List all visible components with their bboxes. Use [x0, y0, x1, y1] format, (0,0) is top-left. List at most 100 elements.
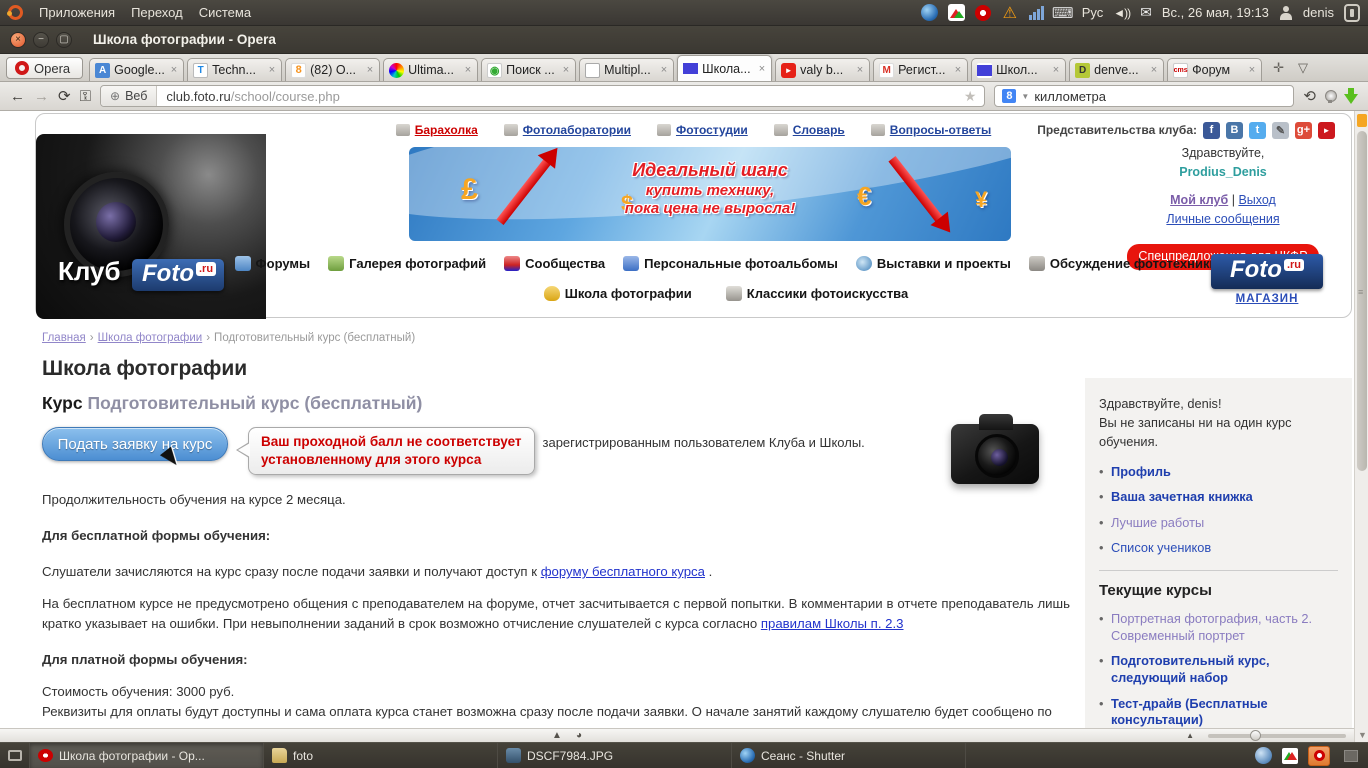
tab-list-dropdown-icon[interactable]: ▽	[1298, 60, 1308, 76]
key-icon[interactable]: ⚿	[80, 88, 91, 105]
tab-odnoklassniki[interactable]: 8(82) O...×	[285, 58, 380, 81]
zoom-slider[interactable]	[1208, 734, 1346, 738]
show-desktop-button[interactable]	[0, 743, 30, 768]
course-link[interactable]: Тест-драйв (Бесплатные консультации)	[1111, 696, 1268, 728]
tab-ultima[interactable]: Ultima...×	[383, 58, 478, 81]
chart-taskbar-icon[interactable]	[1282, 748, 1298, 764]
course-link[interactable]: Подготовительный курс, следующий набор	[1111, 653, 1270, 685]
tab-multipl[interactable]: Multipl...×	[579, 58, 674, 81]
status-icon[interactable]: ◕	[576, 730, 582, 741]
gradebook-link[interactable]: Ваша зачетная книжка	[1111, 489, 1253, 504]
zoom-up-icon[interactable]: ▲	[1186, 731, 1194, 740]
twitter-icon[interactable]: t	[1249, 122, 1266, 139]
zoom-slider-knob[interactable]	[1250, 730, 1261, 741]
ubuntu-logo-icon[interactable]	[8, 5, 23, 20]
userbox-username-link[interactable]: Prodius_Denis	[1107, 163, 1339, 182]
tab-close-icon[interactable]: ×	[856, 64, 864, 76]
network-signal-icon[interactable]	[1029, 6, 1044, 20]
breadcrumb-home[interactable]: Главная	[42, 332, 86, 344]
url-text[interactable]: club.foto.ru/school/course.php	[157, 89, 339, 104]
profile-link[interactable]: Профиль	[1111, 464, 1171, 479]
user-menu-label[interactable]: denis	[1303, 5, 1334, 20]
opera-menu-button[interactable]: Opera	[6, 57, 83, 79]
bookmark-star-icon[interactable]: ★	[964, 88, 985, 105]
best-works-link[interactable]: Лучшие работы	[1111, 515, 1204, 530]
tab-close-icon[interactable]: ×	[268, 64, 276, 76]
mail-indicator-icon[interactable]: ✉	[1140, 4, 1152, 21]
back-button[interactable]: ←	[10, 88, 25, 105]
ad-banner[interactable]: £ $ € ¥ Идеальный шанс купить технику, п…	[409, 147, 1011, 241]
nav-exhibitions[interactable]: Выставки и проекты	[856, 256, 1011, 271]
search-query[interactable]: киллометра	[1034, 89, 1106, 104]
workspace-switcher-icon[interactable]	[1344, 750, 1358, 762]
tab-close-icon[interactable]: ×	[1150, 64, 1158, 76]
tab-search[interactable]: ◉Поиск ...×	[481, 58, 576, 81]
task-folder-window[interactable]: foto	[264, 743, 498, 768]
tab-gmail[interactable]: MРегист...×	[873, 58, 968, 81]
scrollbar-down-icon[interactable]: ▼	[1358, 730, 1367, 740]
tab-close-icon[interactable]: ×	[366, 64, 374, 76]
logout-link[interactable]: Выход	[1238, 193, 1275, 207]
tab-close-icon[interactable]: ×	[170, 64, 178, 76]
link-dictionary[interactable]: Словарь	[774, 123, 845, 137]
nav-photo-school[interactable]: Школа фотографии	[544, 286, 692, 301]
scrollbar-thumb[interactable]	[1357, 131, 1367, 471]
nav-gallery[interactable]: Галерея фотографий	[328, 256, 486, 271]
forward-button[interactable]: →	[34, 88, 49, 105]
school-rules-link[interactable]: правилам Школы п. 2.3	[761, 616, 904, 631]
tab-close-icon[interactable]: ×	[954, 64, 962, 76]
tab-close-icon[interactable]: ×	[758, 63, 766, 75]
link-qa[interactable]: Вопросы-ответы	[871, 123, 991, 137]
nav-communities[interactable]: Сообщества	[504, 256, 605, 271]
window-minimize-button[interactable]: −	[33, 32, 49, 48]
breadcrumb-school[interactable]: Школа фотографии	[98, 332, 203, 344]
menu-places[interactable]: Переход	[131, 5, 183, 20]
link-flea-market[interactable]: Барахолка	[396, 123, 478, 137]
facebook-icon[interactable]: f	[1203, 122, 1220, 139]
nav-albums[interactable]: Персональные фотоальбомы	[623, 256, 838, 271]
google-plus-icon[interactable]: g+	[1295, 122, 1312, 139]
tab-school2[interactable]: Школ...×	[971, 58, 1066, 81]
task-opera-window[interactable]: Школа фотографии - Op...	[30, 743, 264, 768]
globe-tray-icon[interactable]	[1255, 747, 1272, 764]
apply-course-button[interactable]: Подать заявку на курс	[42, 427, 228, 461]
tab-youtube[interactable]: ►valy b...×	[775, 58, 870, 81]
task-image-window[interactable]: DSCF7984.JPG	[498, 743, 732, 768]
keyboard-layout-icon[interactable]: ⌨	[1054, 4, 1072, 22]
tab-close-icon[interactable]: ×	[464, 64, 472, 76]
opera-turbo-icon[interactable]	[1325, 90, 1335, 103]
nav-forums[interactable]: Форумы	[235, 256, 311, 271]
keyboard-layout-label[interactable]: Рус	[1082, 5, 1104, 20]
security-badge[interactable]: ⊕ Веб	[101, 86, 157, 106]
tab-forum[interactable]: cmsФорум×	[1167, 58, 1262, 81]
free-course-forum-link[interactable]: форуму бесплатного курса	[541, 564, 705, 579]
shop-link[interactable]: МАГАЗИН	[1236, 293, 1299, 305]
user-menu-icon[interactable]	[1279, 6, 1293, 20]
shutter-tray-icon[interactable]	[921, 4, 938, 21]
new-tab-button[interactable]: ✛	[1273, 60, 1284, 76]
vk-icon[interactable]: B	[1226, 122, 1243, 139]
session-power-icon[interactable]	[1344, 4, 1360, 22]
foto-ru-shop-logo[interactable]: Foto.ru	[1211, 254, 1323, 289]
search-field[interactable]: 8 ▼ киллометра	[994, 85, 1294, 107]
url-field[interactable]: ⊕ Веб club.foto.ru/school/course.php ★	[100, 85, 985, 107]
search-engine-dropdown-icon[interactable]: ▼	[1021, 92, 1029, 101]
chart-tray-icon[interactable]	[948, 4, 965, 21]
tab-close-icon[interactable]: ×	[660, 64, 668, 76]
vertical-scrollbar[interactable]: ▼	[1354, 111, 1368, 742]
window-close-button[interactable]: ×	[10, 32, 26, 48]
opera-link-sync-icon[interactable]: ⟲	[1303, 87, 1316, 105]
my-club-link[interactable]: Мой клуб	[1170, 193, 1228, 207]
clock[interactable]: Вс., 26 мая, 19:13	[1162, 5, 1269, 20]
search-engine-icon[interactable]: 8	[1002, 89, 1016, 103]
tab-school-active[interactable]: Школа...×	[677, 55, 772, 81]
tab-google[interactable]: AGoogle...×	[89, 58, 184, 81]
tab-close-icon[interactable]: ×	[1248, 64, 1256, 76]
task-shutter-window[interactable]: Сеанс - Shutter	[732, 743, 966, 768]
downloads-icon[interactable]	[1344, 88, 1358, 104]
menu-applications[interactable]: Приложения	[39, 5, 115, 20]
reload-button[interactable]: ⟳	[58, 87, 71, 105]
tab-denwer[interactable]: Ddenve...×	[1069, 58, 1164, 81]
students-list-link[interactable]: Список учеников	[1111, 540, 1211, 555]
tab-close-icon[interactable]: ×	[1052, 64, 1060, 76]
